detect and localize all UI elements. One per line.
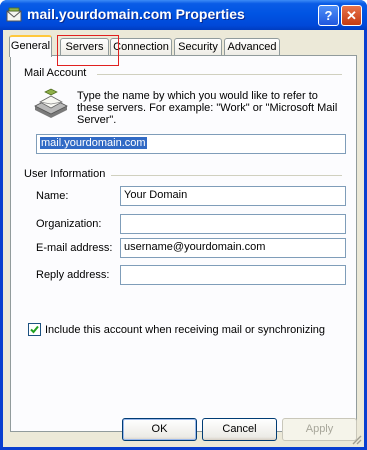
help-button[interactable]: ? [318,5,339,26]
properties-window: mail.yourdomain.com Properties ? ✕ Gener… [0,0,367,450]
ok-button[interactable]: OK [122,418,197,441]
email-field[interactable]: username@yourdomain.com [120,238,346,258]
window-title: mail.yourdomain.com Properties [27,6,245,22]
organization-field[interactable] [120,214,346,234]
close-button[interactable]: ✕ [341,5,362,26]
general-tab-panel: Mail Account Type the name by which you … [10,55,357,432]
mail-account-heading: Mail Account [24,67,87,79]
apply-button[interactable]: Apply [282,418,357,441]
resize-grip-icon[interactable] [350,433,362,445]
mail-account-icon [6,7,22,22]
tab-general[interactable]: General [9,35,52,57]
checkmark-icon [30,325,39,334]
group-divider [111,175,342,176]
account-name-field[interactable]: mail.yourdomain.com [36,134,346,154]
mail-server-icon [34,88,68,118]
title-bar[interactable]: mail.yourdomain.com Properties ? ✕ [0,0,367,30]
email-label: E-mail address: [36,242,113,254]
reply-address-label: Reply address: [36,269,110,281]
include-account-label: Include this account when receiving mail… [45,324,326,336]
include-account-checkbox[interactable] [28,323,41,336]
mail-account-description: Type the name by which you would like to… [77,90,338,126]
group-divider [97,74,342,75]
account-name-value: mail.yourdomain.com [40,137,147,149]
user-information-heading: User Information [24,168,106,180]
servers-tab-highlight [57,35,119,66]
name-label: Name: [36,190,69,202]
dialog-body: General Servers Connection Security Adva… [3,30,364,447]
name-field[interactable]: Your Domain [120,186,346,206]
organization-label: Organization: [36,218,102,230]
reply-address-field[interactable] [120,265,346,285]
cancel-button[interactable]: Cancel [202,418,277,441]
